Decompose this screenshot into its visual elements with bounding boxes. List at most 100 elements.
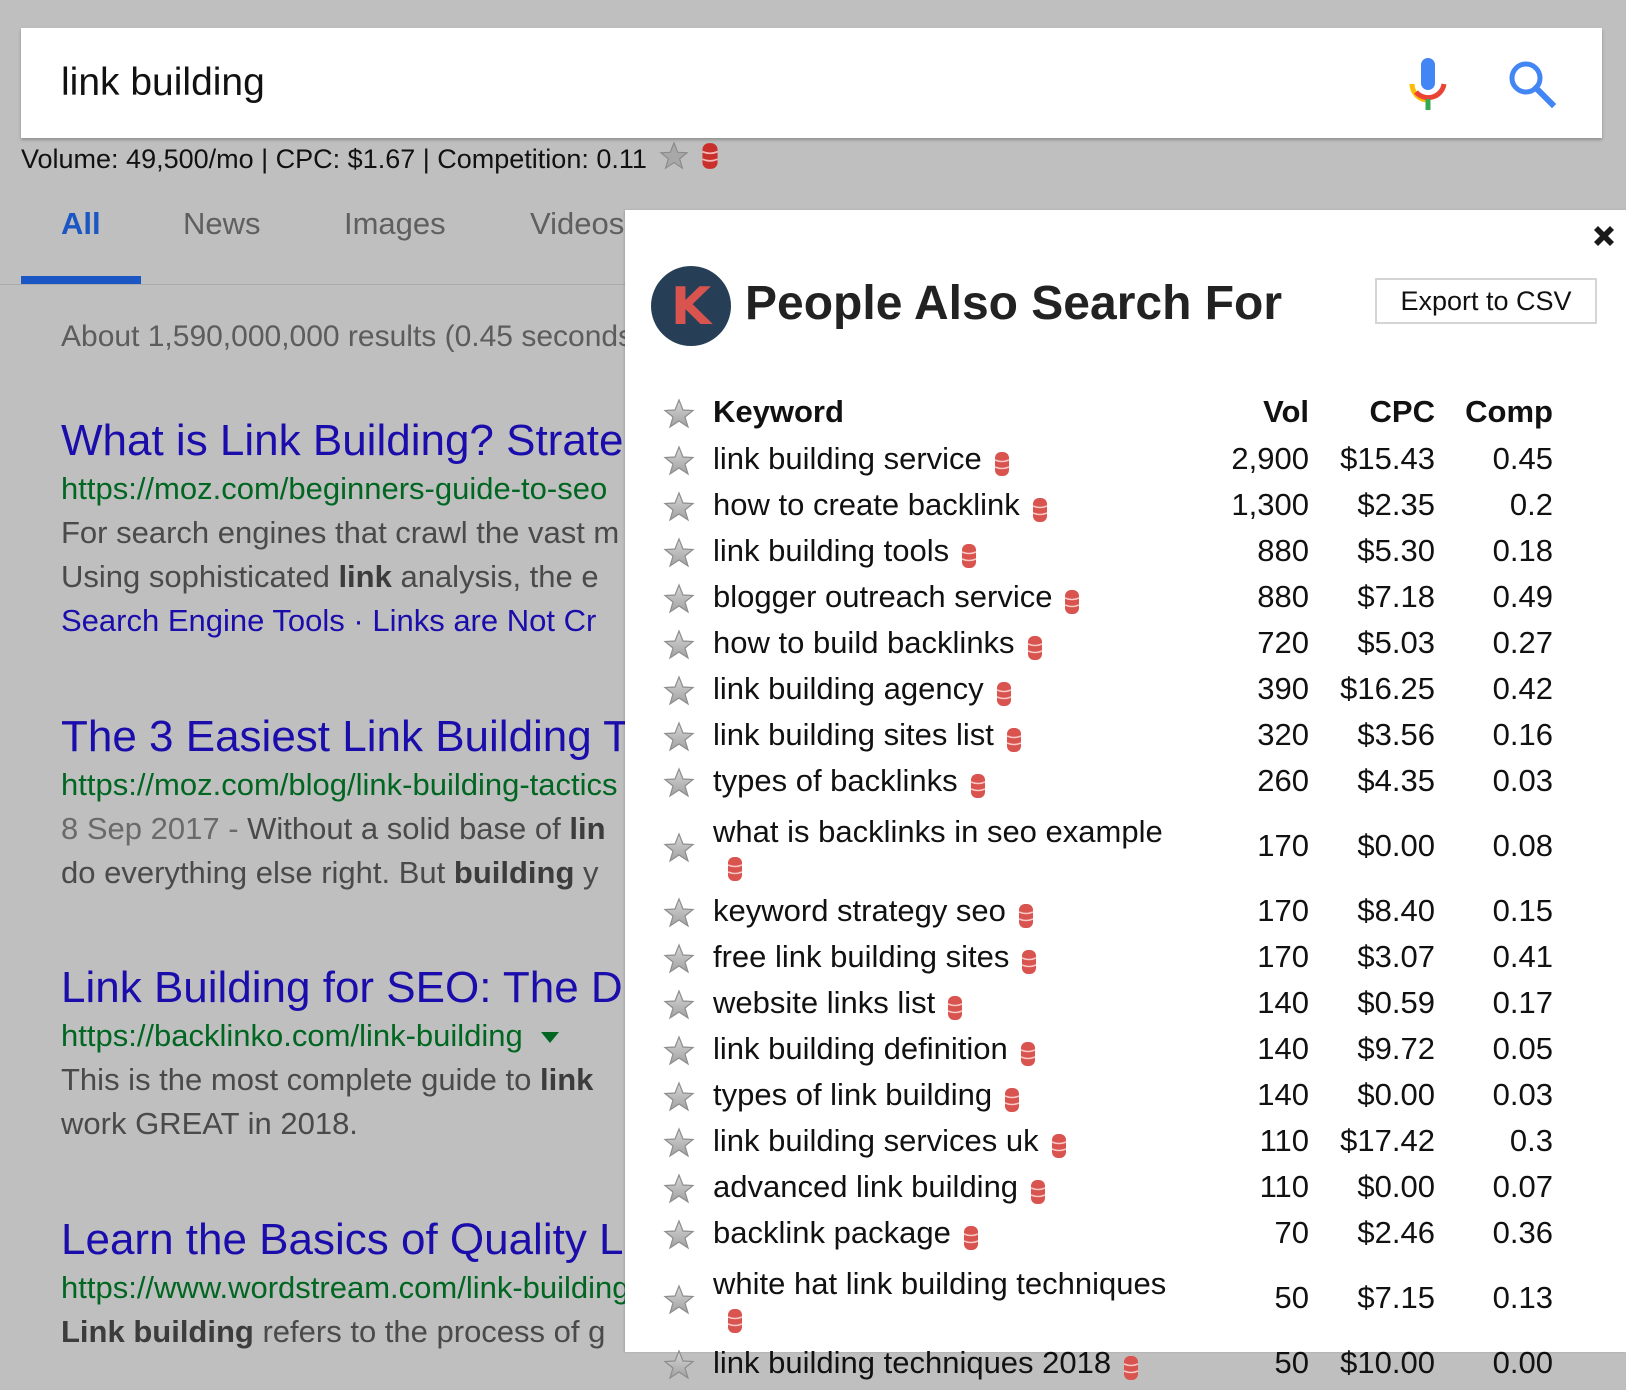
export-csv-button[interactable]: Export to CSV — [1375, 278, 1597, 324]
result-title[interactable]: Learn the Basics of Quality L — [61, 1214, 631, 1266]
keyword-text[interactable]: types of backlinks — [713, 763, 958, 798]
star-cell[interactable] — [645, 980, 713, 1026]
tab-news[interactable]: News — [183, 206, 261, 242]
database-icon[interactable] — [994, 448, 1010, 476]
database-icon[interactable] — [970, 770, 986, 798]
database-icon[interactable] — [701, 142, 719, 177]
star-cell[interactable] — [645, 758, 713, 804]
star-cell[interactable] — [645, 528, 713, 574]
star-icon[interactable] — [663, 1173, 695, 1205]
url-dropdown-caret-icon[interactable] — [540, 1032, 559, 1044]
database-icon[interactable] — [1020, 1038, 1036, 1066]
star-cell[interactable] — [645, 436, 713, 482]
keyword-text[interactable]: white hat link building techniques — [713, 1266, 1166, 1301]
database-icon[interactable] — [1030, 1176, 1046, 1204]
database-icon[interactable] — [1006, 724, 1022, 752]
search-input[interactable] — [61, 54, 1311, 112]
keyword-text[interactable]: keyword strategy seo — [713, 893, 1006, 928]
microphone-icon[interactable] — [1406, 58, 1450, 112]
star-icon[interactable] — [663, 675, 695, 707]
star-icon[interactable] — [663, 767, 695, 799]
keyword-text[interactable]: backlink package — [713, 1215, 951, 1250]
star-icon[interactable] — [663, 1081, 695, 1113]
database-icon[interactable] — [1004, 1084, 1020, 1112]
database-icon[interactable] — [1018, 900, 1034, 928]
database-icon[interactable] — [727, 853, 743, 881]
star-icon[interactable] — [663, 989, 695, 1021]
star-cell[interactable] — [645, 1026, 713, 1072]
result-title[interactable]: Link Building for SEO: The D — [61, 962, 631, 1014]
database-icon[interactable] — [1123, 1352, 1139, 1380]
keyword-text[interactable]: blogger outreach service — [713, 579, 1052, 614]
star-icon[interactable] — [663, 398, 695, 430]
star-icon[interactable] — [663, 832, 695, 864]
star-icon[interactable] — [663, 1219, 695, 1251]
star-cell[interactable] — [645, 1164, 713, 1210]
database-icon[interactable] — [1027, 632, 1043, 660]
star-cell[interactable] — [645, 574, 713, 620]
keyword-text[interactable]: link building services uk — [713, 1123, 1039, 1158]
keyword-text[interactable]: advanced link building — [713, 1169, 1018, 1204]
star-icon[interactable] — [663, 583, 695, 615]
star-cell[interactable] — [645, 804, 713, 888]
tab-images[interactable]: Images — [344, 206, 446, 242]
star-cell[interactable] — [645, 666, 713, 712]
star-cell[interactable] — [645, 888, 713, 934]
star-icon[interactable] — [663, 1127, 695, 1159]
keyword-text[interactable]: link building definition — [713, 1031, 1008, 1066]
keyword-text[interactable]: link building sites list — [713, 717, 994, 752]
result-sitelinks[interactable]: Search Engine Tools · Links are Not Cr — [61, 599, 631, 643]
tab-videos[interactable]: Videos — [530, 206, 624, 242]
keyword-text[interactable]: link building tools — [713, 533, 949, 568]
star-icon[interactable] — [663, 1284, 695, 1316]
database-icon[interactable] — [1032, 494, 1048, 522]
database-icon[interactable] — [727, 1305, 743, 1333]
star-icon[interactable] — [663, 491, 695, 523]
star-icon[interactable] — [663, 897, 695, 929]
keyword-text[interactable]: how to create backlink — [713, 487, 1020, 522]
volume-cell: 50 — [1274, 1345, 1309, 1380]
tab-all[interactable]: All — [61, 206, 101, 242]
keyword-text[interactable]: link building service — [713, 441, 982, 476]
star-icon[interactable] — [663, 1035, 695, 1067]
database-icon[interactable] — [1064, 586, 1080, 614]
star-all-cell[interactable] — [645, 388, 713, 436]
keyword-cell: types of backlinks — [713, 758, 1199, 804]
magnifier-icon[interactable] — [1506, 58, 1558, 110]
volume-cell: 110 — [1259, 1169, 1309, 1204]
star-icon[interactable] — [663, 943, 695, 975]
star-icon[interactable] — [663, 537, 695, 569]
star-cell[interactable] — [645, 934, 713, 980]
star-cell[interactable] — [645, 1340, 713, 1386]
star-cell[interactable] — [645, 1210, 713, 1256]
database-icon[interactable] — [996, 678, 1012, 706]
star-cell[interactable] — [645, 712, 713, 758]
star-cell[interactable] — [645, 1072, 713, 1118]
result-title[interactable]: The 3 Easiest Link Building T — [61, 711, 631, 763]
star-cell[interactable] — [645, 482, 713, 528]
database-icon[interactable] — [1021, 946, 1037, 974]
close-icon[interactable] — [1590, 222, 1618, 250]
keyword-cell: link building techniques 2018 — [713, 1340, 1199, 1386]
star-icon[interactable] — [663, 721, 695, 753]
keyword-text[interactable]: free link building sites — [713, 939, 1009, 974]
keyword-text[interactable]: website links list — [713, 985, 935, 1020]
database-icon[interactable] — [947, 992, 963, 1020]
database-icon[interactable] — [961, 540, 977, 568]
result-title[interactable]: What is Link Building? Strategies — [61, 415, 631, 467]
keyword-text[interactable]: types of link building — [713, 1077, 992, 1112]
star-cell[interactable] — [645, 1118, 713, 1164]
keyword-text[interactable]: link building agency — [713, 671, 984, 706]
database-icon[interactable] — [963, 1222, 979, 1250]
star-icon[interactable] — [659, 140, 689, 178]
star-icon[interactable] — [663, 445, 695, 477]
star-cell[interactable] — [645, 1256, 713, 1340]
star-icon[interactable] — [663, 629, 695, 661]
keyword-text[interactable]: how to build backlinks — [713, 625, 1015, 660]
keyword-table: Keyword Vol CPC Comp link building servi… — [645, 388, 1553, 1386]
keyword-text[interactable]: link building techniques 2018 — [713, 1345, 1111, 1380]
keyword-text[interactable]: what is backlinks in seo example — [713, 814, 1163, 849]
star-cell[interactable] — [645, 620, 713, 666]
star-icon[interactable] — [663, 1349, 695, 1381]
database-icon[interactable] — [1051, 1130, 1067, 1158]
